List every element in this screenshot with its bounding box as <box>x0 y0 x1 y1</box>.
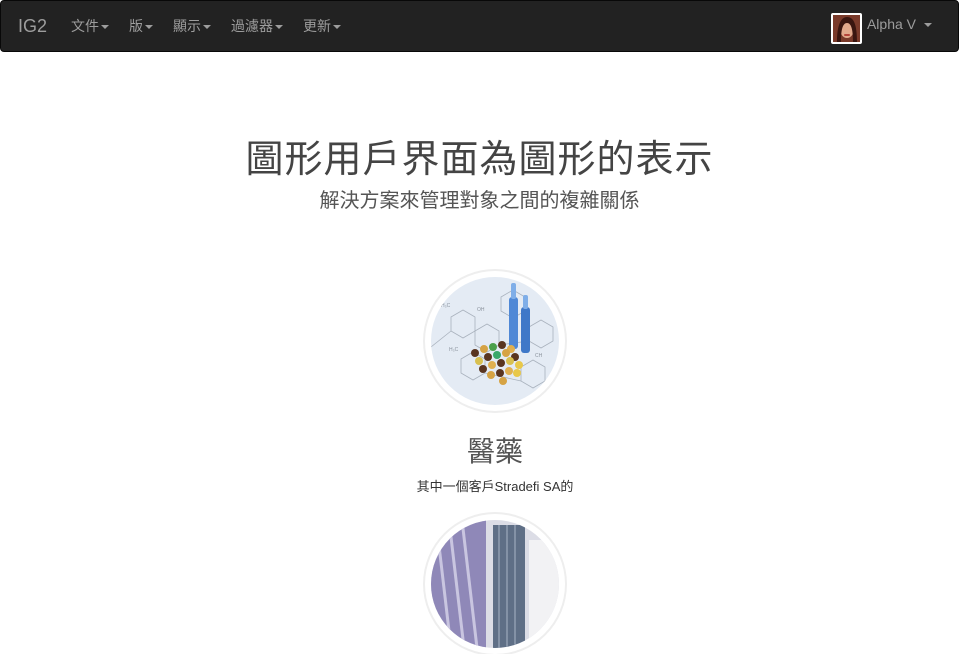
caret-down-icon <box>333 25 341 29</box>
section-title-pharma: 醫藥 <box>466 436 523 467</box>
user-menu[interactable]: Alpha V <box>830 11 932 45</box>
building-image <box>431 520 559 648</box>
page-title: 圖形用戶界面為圖形的表示 <box>245 139 714 181</box>
building-image-circle[interactable] <box>425 514 565 654</box>
user-name: Alpha V <box>866 16 916 32</box>
menu-edition-label: 版 <box>129 18 143 34</box>
menu-update-label: 更新 <box>303 18 331 34</box>
menu-file[interactable]: 文件 <box>71 1 109 51</box>
top-navbar: IG2 文件 版 顯示 過濾器 更新 Alpha V <box>0 0 959 52</box>
menu-edition[interactable]: 版 <box>129 1 153 51</box>
menu-display-label: 顯示 <box>173 18 201 34</box>
menu-filter[interactable]: 過濾器 <box>231 1 283 51</box>
svg-text:OH: OH <box>477 307 485 313</box>
section-description-pharma: 其中一個客戶Stradefi SA的 <box>416 479 574 494</box>
main-menu: 文件 版 顯示 過濾器 更新 <box>71 1 361 51</box>
svg-text:H₃C: H₃C <box>449 347 459 353</box>
user-photo-icon <box>832 14 860 42</box>
svg-text:H₃C: H₃C <box>441 303 451 309</box>
caret-down-icon <box>203 25 211 29</box>
menu-update[interactable]: 更新 <box>303 1 341 51</box>
menu-display[interactable]: 顯示 <box>173 1 211 51</box>
caret-down-icon <box>145 25 153 29</box>
brand-logo[interactable]: IG2 <box>18 16 47 37</box>
menu-filter-label: 過濾器 <box>231 18 273 34</box>
avatar <box>830 12 862 44</box>
caret-down-icon <box>275 25 283 29</box>
pharma-image-circle[interactable]: H₃C OH CH H₃C <box>425 271 565 411</box>
pharma-pills-image: H₃C OH CH H₃C <box>431 277 559 405</box>
menu-file-label: 文件 <box>71 18 99 34</box>
caret-down-icon <box>101 25 109 29</box>
svg-text:CH: CH <box>535 353 543 359</box>
caret-down-icon <box>924 23 932 27</box>
page-subtitle: 解決方案來管理對象之間的複雜關係 <box>319 190 640 212</box>
